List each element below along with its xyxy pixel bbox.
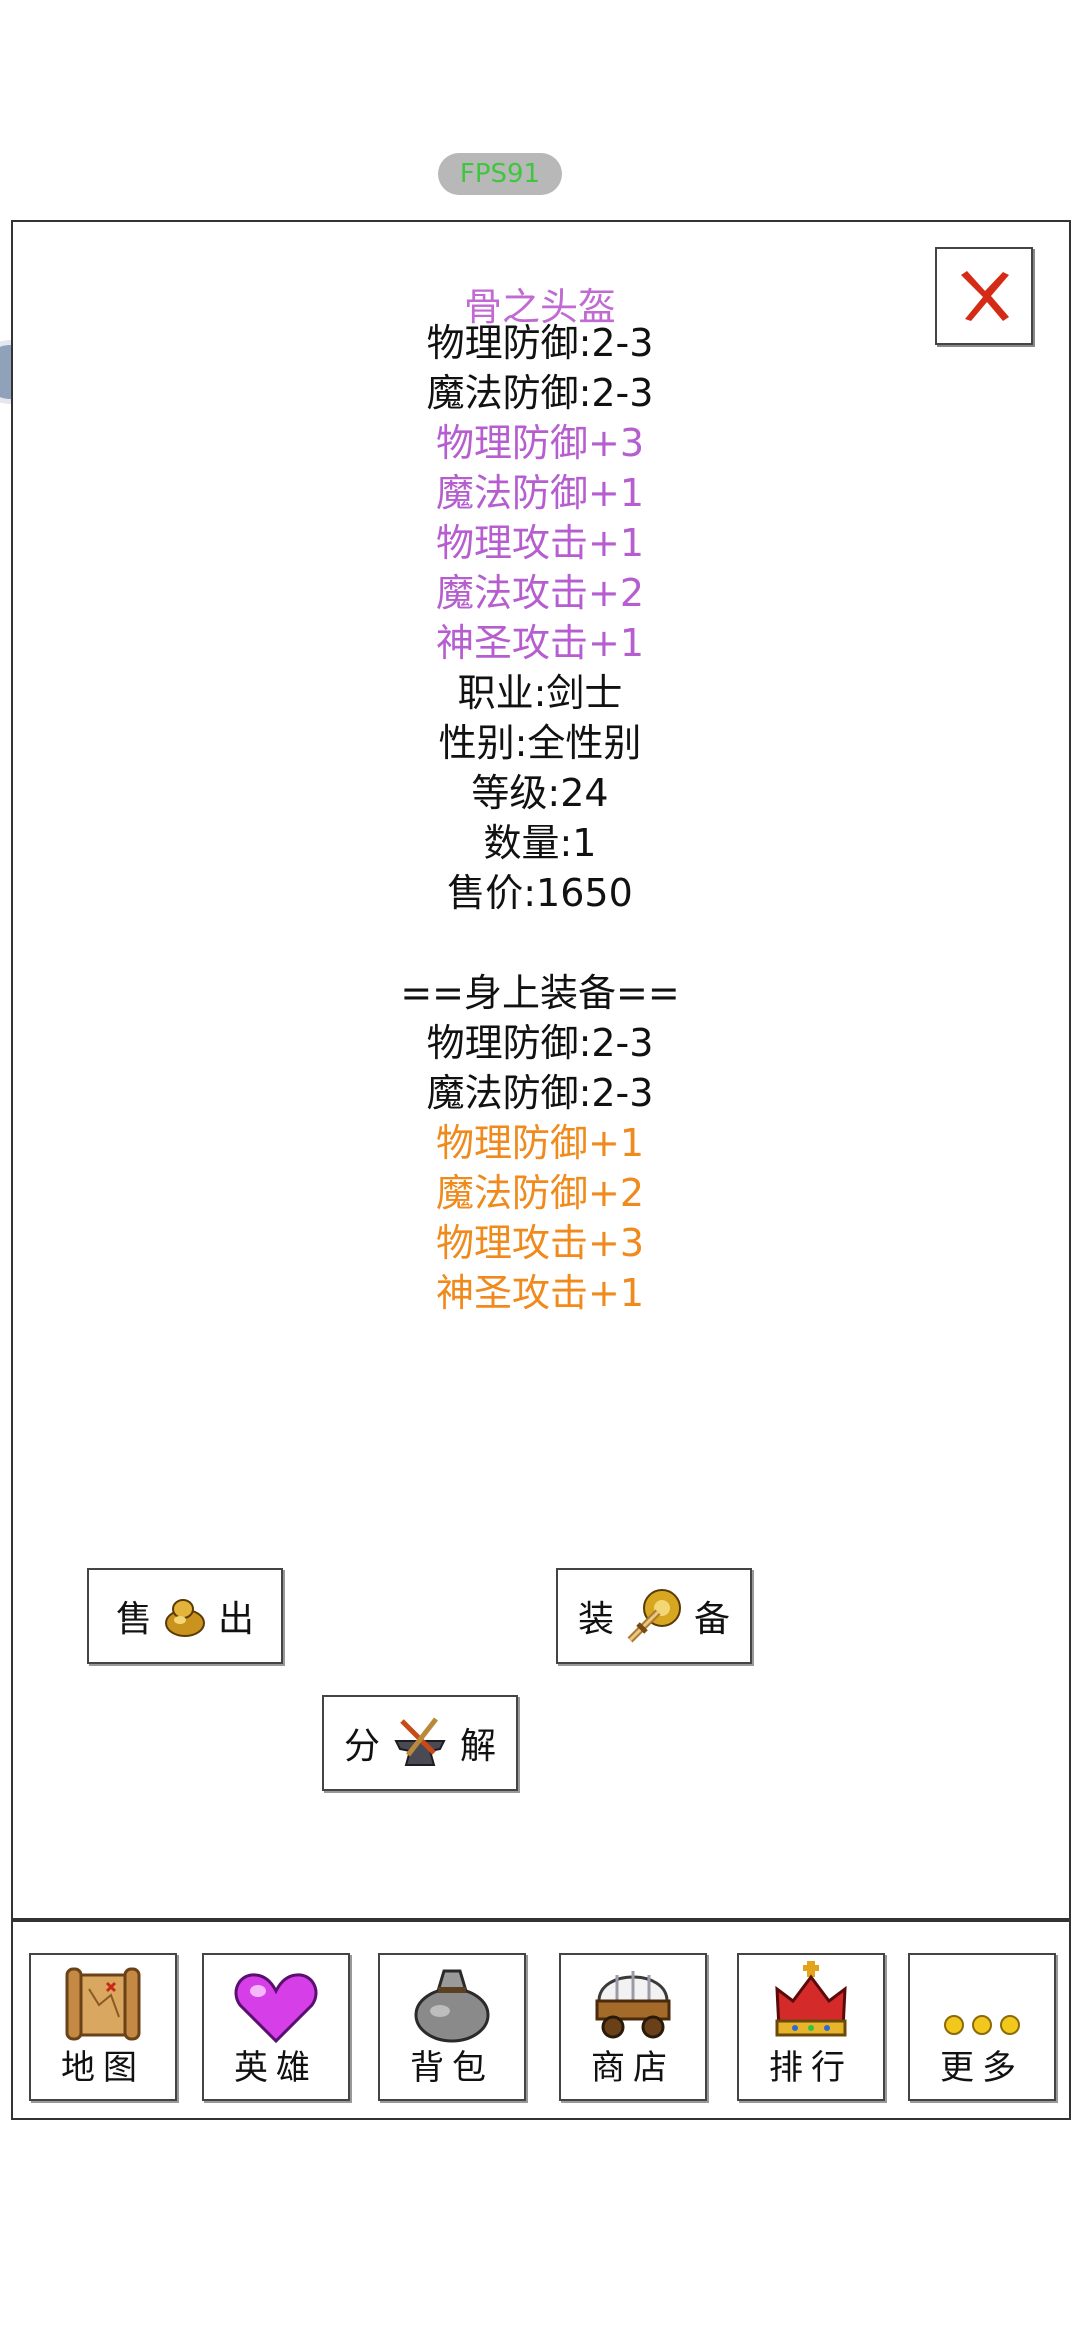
bonus-stat-line: 物理攻击+1 — [435, 521, 645, 565]
sell-label-right: 出 — [218, 1599, 255, 1640]
crown-icon — [775, 1961, 847, 2037]
bonus-stat-line: 物理防御+3 — [435, 421, 645, 465]
equip-label-left: 装 — [577, 1599, 614, 1640]
equip-button[interactable]: 装 备 — [556, 1568, 752, 1664]
equipped-bonus-stat: 物理防御+1 — [435, 1121, 645, 1165]
equipped-bonus-stat: 物理攻击+3 — [435, 1221, 645, 1265]
level-requirement: 等级:24 — [471, 771, 609, 815]
equipped-base-stat: 物理防御:2-3 — [426, 1021, 654, 1065]
anvil-hammer-icon — [390, 1715, 450, 1771]
map-icon — [65, 1967, 141, 2041]
gold-sack-icon — [162, 1593, 208, 1639]
nav-label: 背包 — [410, 2048, 494, 2088]
gender-requirement: 性别:全性别 — [438, 721, 642, 765]
sell-price: 售价:1650 — [447, 871, 633, 915]
quantity: 数量:1 — [483, 821, 597, 865]
bonus-stat-line: 神圣攻击+1 — [435, 621, 645, 665]
nav-label: 地图 — [61, 2048, 145, 2088]
equipped-header: ==身上装备== — [400, 971, 680, 1015]
decompose-label-right: 解 — [460, 1726, 497, 1767]
more-dots-icon — [944, 2015, 1020, 2035]
base-stat-line: 物理防御:2-3 — [426, 321, 654, 365]
nav-hero-button[interactable]: 英雄 — [202, 1953, 350, 2101]
nav-map-button[interactable]: 地图 — [29, 1953, 177, 2101]
sell-label-left: 售 — [115, 1599, 152, 1640]
bag-icon — [414, 1969, 490, 2043]
class-requirement: 职业:剑士 — [457, 671, 623, 715]
fps-indicator: FPS91 — [438, 153, 562, 195]
bonus-stat-line: 魔法防御+1 — [435, 471, 645, 515]
sword-shield-icon — [624, 1586, 684, 1646]
equip-label-right: 备 — [694, 1599, 731, 1640]
bonus-stat-line: 魔法攻击+2 — [435, 571, 645, 615]
stats-list: 物理防御:2-3 魔法防御:2-3 物理防御+3 魔法防御+1 物理攻击+1 魔… — [0, 318, 1080, 1318]
equipped-base-stat: 魔法防御:2-3 — [426, 1071, 654, 1115]
nav-ranking-button[interactable]: 排行 — [737, 1953, 885, 2101]
equipped-bonus-stat: 魔法防御+2 — [435, 1171, 645, 1215]
nav-label: 排行 — [769, 2048, 853, 2088]
decompose-label-left: 分 — [343, 1726, 380, 1767]
decompose-button[interactable]: 分 解 — [322, 1695, 518, 1791]
equipped-bonus-stat: 神圣攻击+1 — [435, 1271, 645, 1315]
nav-more-button[interactable]: 更多 — [908, 1953, 1056, 2101]
nav-label: 英雄 — [234, 2048, 318, 2088]
sell-button[interactable]: 售 出 — [87, 1568, 283, 1664]
wagon-icon — [595, 1971, 671, 2039]
nav-bag-button[interactable]: 背包 — [378, 1953, 526, 2101]
heart-icon — [234, 1973, 318, 2044]
base-stat-line: 魔法防御:2-3 — [426, 371, 654, 415]
nav-label: 更多 — [940, 2048, 1024, 2088]
nav-label: 商店 — [591, 2048, 675, 2088]
nav-shop-button[interactable]: 商店 — [559, 1953, 707, 2101]
